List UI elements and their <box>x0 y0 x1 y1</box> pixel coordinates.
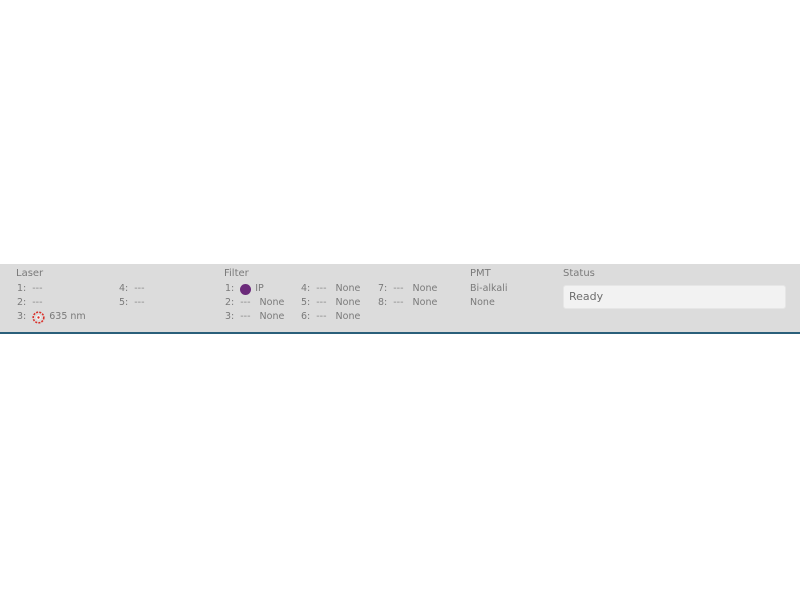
filter-item-7: 7: --- None <box>378 282 437 296</box>
laser-item-4: 4: --- <box>119 282 145 296</box>
filter-item-dash: --- <box>316 311 327 322</box>
laser-item-number: 1: <box>17 283 27 294</box>
filter-item-6: 6: --- None <box>301 310 360 324</box>
laser-item-value: --- <box>134 283 145 294</box>
laser-item-5: 5: --- <box>119 296 145 310</box>
filter-item-number: 1: <box>225 283 235 294</box>
laser-item-value: --- <box>134 297 145 308</box>
pmt-value-2: None <box>470 296 495 310</box>
filter-item-dash: --- <box>393 297 404 308</box>
instrument-settings-panel: Laser 1: --- 2: --- 3: 635 nm 4: --- 5: … <box>0 264 800 334</box>
filter-item-dash: --- <box>240 311 251 322</box>
laser-item-2: 2: --- <box>17 296 43 310</box>
filter-item-dash: --- <box>316 283 327 294</box>
pmt-value: Bi-alkali <box>470 283 508 294</box>
pmt-value: None <box>470 297 495 308</box>
filter-item-number: 6: <box>301 311 311 322</box>
filter-item-dash: --- <box>240 297 251 308</box>
laser-item-1: 1: --- <box>17 282 43 296</box>
status-field: Ready <box>563 285 786 309</box>
laser-item-number: 3: <box>17 311 27 322</box>
filter-item-number: 4: <box>301 283 311 294</box>
laser-item-value: --- <box>32 297 43 308</box>
filter-item-value: None <box>259 311 285 322</box>
filter-item-5: 5: --- None <box>301 296 360 310</box>
filter-item-8: 8: --- None <box>378 296 437 310</box>
laser-starburst-icon <box>32 310 45 324</box>
filter-item-2: 2: --- None <box>225 296 284 310</box>
filter-item-number: 7: <box>378 283 388 294</box>
filter-item-number: 5: <box>301 297 311 308</box>
pmt-value-1: Bi-alkali <box>470 282 507 296</box>
filter-item-3: 3: --- None <box>225 310 284 324</box>
laser-item-3: 3: 635 nm <box>17 310 86 324</box>
filter-item-value: None <box>412 283 438 294</box>
filter-item-value: None <box>335 297 361 308</box>
laser-item-value: --- <box>32 283 43 294</box>
filter-item-number: 2: <box>225 297 235 308</box>
filter-item-value: None <box>412 297 438 308</box>
filter-item-value: None <box>259 297 285 308</box>
filter-item-number: 3: <box>225 311 235 322</box>
filter-item-number: 8: <box>378 297 388 308</box>
filter-item-value: None <box>335 283 361 294</box>
filter-item-dash: --- <box>393 283 404 294</box>
filter-title: Filter <box>224 268 249 279</box>
pmt-title: PMT <box>470 268 491 279</box>
filter-item-value: IP <box>255 283 264 294</box>
laser-item-number: 4: <box>119 283 129 294</box>
filter-item-dash: --- <box>316 297 327 308</box>
laser-item-number: 5: <box>119 297 129 308</box>
filter-item-value: None <box>335 311 361 322</box>
laser-item-number: 2: <box>17 297 27 308</box>
filter-item-4: 4: --- None <box>301 282 360 296</box>
laser-item-value: 635 nm <box>49 311 86 322</box>
filter-dot-icon <box>240 283 252 295</box>
laser-title: Laser <box>16 268 44 279</box>
filter-item-1: 1: IP <box>225 282 264 296</box>
status-title: Status <box>563 268 595 279</box>
